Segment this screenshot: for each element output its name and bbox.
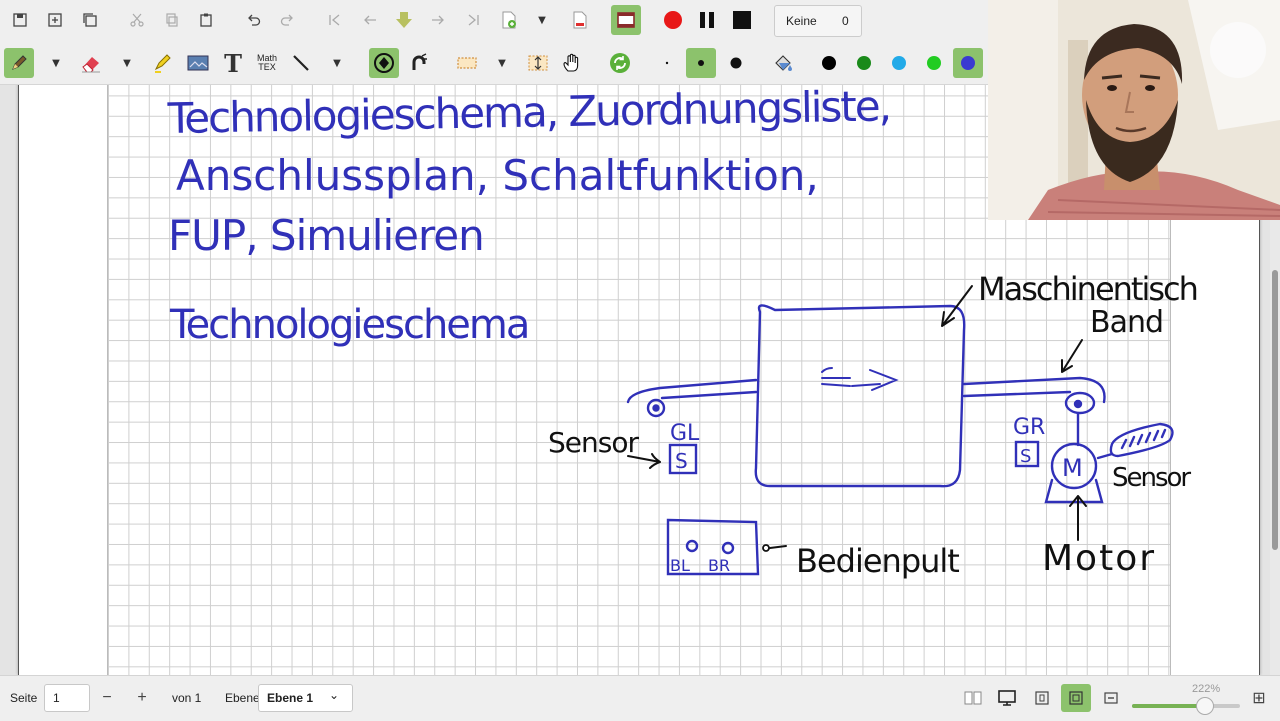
minus-icon: − xyxy=(102,689,112,706)
page-decrement-button[interactable]: − xyxy=(92,684,122,712)
continuous-icon[interactable] xyxy=(1096,684,1126,712)
label-machine-table: Maschinentisch xyxy=(978,270,1197,308)
label-band: Band xyxy=(1090,305,1163,340)
two-page-icon[interactable] xyxy=(958,684,988,712)
webcam-person-image xyxy=(988,0,1280,220)
page-number-input[interactable]: 1 xyxy=(44,684,90,712)
label-s-right: S xyxy=(1020,446,1031,467)
label-bl: BL xyxy=(670,556,690,575)
zoom-in-icon: ⊞ xyxy=(1252,690,1266,707)
machine-table-box xyxy=(754,304,966,488)
label-sensor-right: Sensor xyxy=(1112,463,1191,493)
label-motor: Motor xyxy=(1042,538,1156,579)
zoom-in-button[interactable]: ⊞ xyxy=(1244,684,1274,712)
page-increment-button[interactable]: + xyxy=(127,684,157,712)
label-gl: GL xyxy=(670,421,700,446)
label-sensor-left: Sensor xyxy=(548,426,639,459)
zoom-label: 222% xyxy=(1192,683,1221,695)
zoom-slider[interactable] xyxy=(1132,704,1240,708)
notes-line-3: FUP, Simulieren xyxy=(168,211,484,260)
label-br: BR xyxy=(708,556,730,575)
chevron-down-icon: ⌄ xyxy=(329,688,340,702)
page-count-label: von 1 xyxy=(172,691,202,705)
layer-select[interactable]: Ebene 1 ⌄ xyxy=(258,684,353,712)
label-bedienpult: Bedienpult xyxy=(796,542,959,580)
single-page-icon[interactable] xyxy=(992,684,1022,712)
layer-value: Ebene 1 xyxy=(267,691,314,705)
webcam-overlay xyxy=(988,0,1280,220)
zoom-slider-fill xyxy=(1132,704,1205,708)
fit-page-icon[interactable] xyxy=(1027,684,1057,712)
layer-label: Ebene xyxy=(225,691,260,705)
label-s-left: S xyxy=(675,449,688,473)
notes-heading: Technologieschema xyxy=(169,302,528,348)
label-gr: GR xyxy=(1013,415,1045,440)
page-number-value: 1 xyxy=(53,691,60,705)
fit-width-icon[interactable] xyxy=(1061,684,1091,712)
page-label: Seite xyxy=(10,691,38,705)
plus-icon: + xyxy=(137,689,147,706)
status-bar: Seite 1 − + von 1 Ebene Ebene 1 ⌄ 222% ⊞ xyxy=(0,675,1280,721)
notes-line-1: Technologieschema, Zuordnungsliste, xyxy=(166,81,890,143)
notes-line-2: Anschlussplan, Schaltfunktion, xyxy=(176,151,819,200)
label-m: M xyxy=(1062,454,1083,482)
